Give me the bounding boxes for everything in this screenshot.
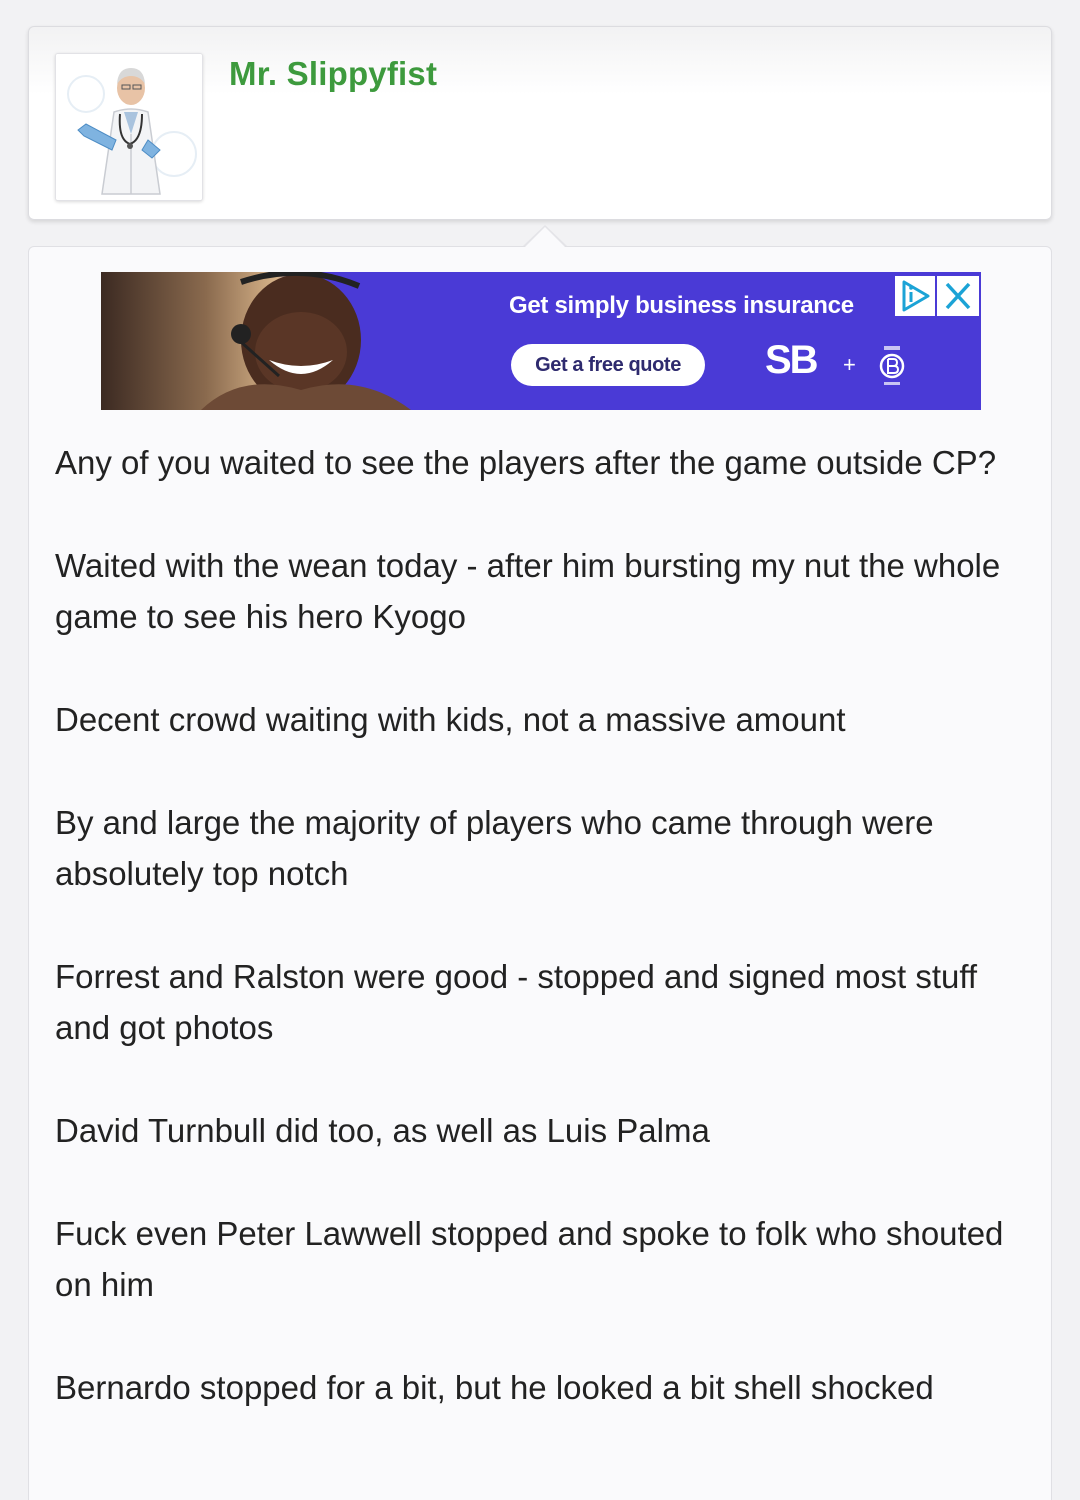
adchoices-icon[interactable] (895, 276, 935, 316)
post-paragraph: Waited with the wean today - after him b… (55, 547, 1001, 635)
post-paragraph: Fuck even Peter Lawwell stopped and spok… (55, 1215, 1004, 1303)
post-paragraph: Forrest and Ralston were good - stopped … (55, 958, 978, 1046)
ad-quote-button[interactable]: Get a free quote (511, 344, 705, 386)
post-paragraph: Bernardo stopped for a bit, but he looke… (55, 1369, 934, 1406)
ad-banner[interactable]: Get simply business insurance Get a free… (101, 272, 981, 410)
ad-close-icon[interactable] (937, 276, 979, 316)
post-author-card: Mr. Slippyfist (28, 26, 1052, 220)
post-body: Any of you waited to see the players aft… (55, 437, 1035, 1465)
post-paragraph: Decent crowd waiting with kids, not a ma… (55, 701, 846, 738)
doctor-avatar-icon (56, 54, 202, 200)
ad-plus: + (843, 352, 856, 377)
author-name[interactable]: Mr. Slippyfist (229, 55, 437, 93)
ad-logo: SB (765, 338, 819, 382)
post-paragraph: Any of you waited to see the players aft… (55, 444, 997, 481)
ad-headline: Get simply business insurance (509, 292, 854, 319)
post-paragraph: David Turnbull did too, as well as Luis … (55, 1112, 710, 1149)
post-paragraph: By and large the majority of players who… (55, 804, 934, 892)
forum-page: Mr. Slippyfist Get simply business insur… (0, 0, 1080, 1500)
author-avatar[interactable] (55, 53, 203, 201)
card-pointer-fill (525, 227, 565, 247)
post-card: Get simply business insurance Get a free… (28, 246, 1052, 1500)
ad-partner-badge-icon (879, 346, 905, 385)
